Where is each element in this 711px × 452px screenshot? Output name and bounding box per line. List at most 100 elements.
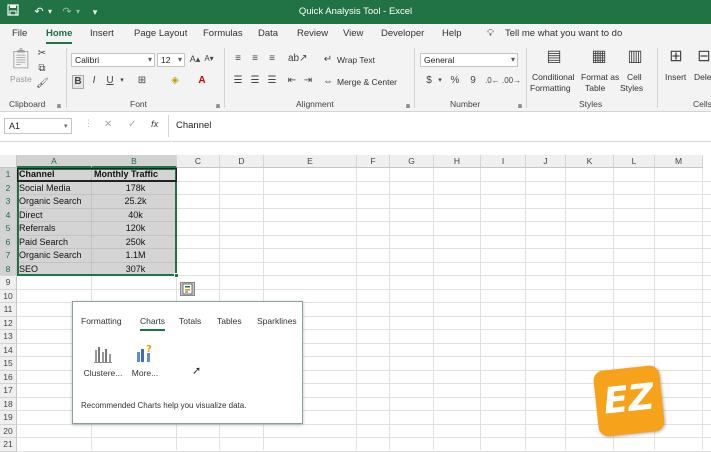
number-format-dropdown[interactable]: General bbox=[420, 53, 518, 67]
table-cell-channel[interactable]: Social Media bbox=[17, 182, 92, 196]
qa-tab-totals[interactable]: Totals bbox=[179, 316, 201, 326]
row-header-13[interactable]: 13 bbox=[0, 330, 17, 344]
row-header-14[interactable]: 14 bbox=[0, 343, 17, 357]
row-header-12[interactable]: 12 bbox=[0, 316, 17, 330]
decrease-font-icon[interactable]: A▾ bbox=[203, 53, 215, 65]
tab-insert[interactable]: Insert bbox=[90, 28, 114, 39]
fill-color-icon[interactable]: ◈ bbox=[168, 75, 182, 87]
conditional-formatting-line1[interactable]: Conditional bbox=[532, 72, 575, 82]
column-header-l[interactable]: L bbox=[614, 155, 655, 168]
wrap-text-button[interactable]: Wrap Text bbox=[337, 55, 375, 65]
paste-icon[interactable]: 📋︎ bbox=[8, 46, 34, 72]
conditional-formatting-line2[interactable]: Formatting bbox=[530, 83, 571, 93]
row-header-2[interactable]: 2 bbox=[0, 181, 17, 195]
font-size-dropdown[interactable]: 12 bbox=[157, 53, 185, 67]
currency-button[interactable]: $ bbox=[424, 75, 434, 87]
select-all-corner[interactable] bbox=[0, 155, 17, 168]
column-header-k[interactable]: K bbox=[566, 155, 614, 168]
qa-tab-sparklines[interactable]: Sparklines bbox=[257, 316, 297, 326]
decrease-decimal-icon[interactable]: .00→ bbox=[502, 75, 521, 87]
cancel-icon[interactable]: ✕ bbox=[104, 119, 112, 130]
format-as-table-line2[interactable]: Table bbox=[585, 83, 605, 93]
table-cell-channel[interactable]: Organic Search bbox=[17, 249, 92, 263]
paste-label[interactable]: Paste bbox=[10, 74, 32, 84]
italic-button[interactable]: I bbox=[88, 75, 100, 87]
cell-styles-icon[interactable]: ▥ bbox=[624, 46, 646, 68]
tab-page-layout[interactable]: Page Layout bbox=[134, 28, 187, 39]
row-header-9[interactable]: 9 bbox=[0, 276, 17, 290]
tab-data[interactable]: Data bbox=[258, 28, 278, 39]
lightbulb-icon[interactable]: 💡︎ bbox=[487, 28, 494, 39]
qa-option-clustered[interactable]: Clustere... bbox=[79, 344, 127, 384]
align-top-icon[interactable]: ≡ bbox=[231, 53, 245, 65]
table-cell-channel[interactable]: Referrals bbox=[17, 222, 92, 236]
conditional-formatting-icon[interactable]: ▤ bbox=[543, 46, 565, 68]
cell-styles-line1[interactable]: Cell bbox=[627, 72, 642, 82]
bold-button[interactable]: B bbox=[72, 75, 84, 89]
comma-button[interactable]: 9 bbox=[468, 75, 478, 87]
qa-option-more[interactable]: ? More... bbox=[121, 344, 169, 384]
tab-file[interactable]: File bbox=[12, 28, 27, 39]
column-header-b[interactable]: B bbox=[92, 155, 177, 168]
row-header-6[interactable]: 6 bbox=[0, 235, 17, 249]
column-header-e[interactable]: E bbox=[264, 155, 357, 168]
qa-tab-charts[interactable]: Charts bbox=[140, 316, 166, 331]
row-header-8[interactable]: 8 bbox=[0, 262, 17, 276]
tab-home[interactable]: Home bbox=[46, 28, 73, 44]
row-header-7[interactable]: 7 bbox=[0, 249, 17, 263]
copy-icon[interactable]: ⧉ bbox=[36, 63, 48, 75]
row-header-16[interactable]: 16 bbox=[0, 370, 17, 384]
font-name-dropdown[interactable]: Calibri bbox=[71, 53, 155, 67]
column-header-c[interactable]: C bbox=[177, 155, 220, 168]
table-cell-traffic[interactable]: 178k bbox=[92, 182, 177, 196]
table-cell-traffic[interactable]: 120k bbox=[92, 222, 177, 236]
table-cell-traffic[interactable]: 25.2k bbox=[92, 195, 177, 209]
align-right-icon[interactable]: ☰ bbox=[265, 75, 279, 87]
decrease-indent-icon[interactable]: ⇤ bbox=[286, 75, 298, 87]
header-cell-channel[interactable]: Channel bbox=[17, 168, 92, 182]
row-header-3[interactable]: 3 bbox=[0, 195, 17, 209]
row-header-18[interactable]: 18 bbox=[0, 397, 17, 411]
increase-indent-icon[interactable]: ⇥ bbox=[302, 75, 314, 87]
name-box[interactable]: A1 bbox=[4, 118, 72, 134]
tab-formulas[interactable]: Formulas bbox=[203, 28, 243, 39]
underline-dropdown-icon[interactable]: ▾ bbox=[118, 75, 126, 87]
format-painter-icon[interactable]: 🖌︎ bbox=[36, 78, 49, 90]
column-header-f[interactable]: F bbox=[357, 155, 390, 168]
tab-view[interactable]: View bbox=[343, 28, 363, 39]
percent-button[interactable]: % bbox=[449, 75, 461, 87]
table-cell-traffic[interactable]: 1.1M bbox=[92, 249, 177, 263]
row-header-10[interactable]: 10 bbox=[0, 289, 17, 303]
row-header-17[interactable]: 17 bbox=[0, 384, 17, 398]
qa-tab-tables[interactable]: Tables bbox=[217, 316, 242, 326]
delete-cells-button[interactable]: Delete bbox=[694, 72, 711, 82]
table-cell-traffic[interactable]: 250k bbox=[92, 236, 177, 250]
row-header-4[interactable]: 4 bbox=[0, 208, 17, 222]
cut-icon[interactable]: ✂ bbox=[36, 48, 48, 60]
merge-center-button[interactable]: Merge & Center bbox=[337, 77, 397, 87]
row-header-19[interactable]: 19 bbox=[0, 411, 17, 425]
quick-analysis-button[interactable] bbox=[180, 282, 195, 296]
tab-help[interactable]: Help bbox=[442, 28, 462, 39]
align-left-icon[interactable]: ☰ bbox=[231, 75, 245, 87]
align-bottom-icon[interactable]: ≡ bbox=[265, 53, 279, 65]
cell-styles-line2[interactable]: Styles bbox=[620, 83, 643, 93]
table-cell-channel[interactable]: SEO bbox=[17, 263, 92, 277]
formula-input[interactable]: Channel bbox=[176, 120, 211, 131]
wrap-text-icon[interactable]: ↵ bbox=[322, 54, 334, 66]
align-middle-icon[interactable]: ≡ bbox=[248, 53, 262, 65]
align-center-icon[interactable]: ☰ bbox=[248, 75, 262, 87]
font-color-icon[interactable]: A bbox=[196, 75, 208, 87]
column-header-g[interactable]: G bbox=[390, 155, 434, 168]
column-header-m[interactable]: M bbox=[655, 155, 703, 168]
table-cell-traffic[interactable]: 40k bbox=[92, 209, 177, 223]
insert-cells-icon[interactable]: ⊞ bbox=[666, 46, 686, 68]
column-header-j[interactable]: J bbox=[526, 155, 566, 168]
delete-cells-icon[interactable]: ⊟ bbox=[697, 46, 711, 68]
row-header-11[interactable]: 11 bbox=[0, 303, 17, 317]
tell-me-search[interactable]: Tell me what you want to do bbox=[505, 28, 622, 39]
orientation-icon[interactable]: ab↗ bbox=[288, 53, 308, 65]
currency-dropdown-icon[interactable]: ▾ bbox=[436, 75, 444, 87]
row-header-20[interactable]: 20 bbox=[0, 424, 17, 438]
column-header-h[interactable]: H bbox=[434, 155, 481, 168]
